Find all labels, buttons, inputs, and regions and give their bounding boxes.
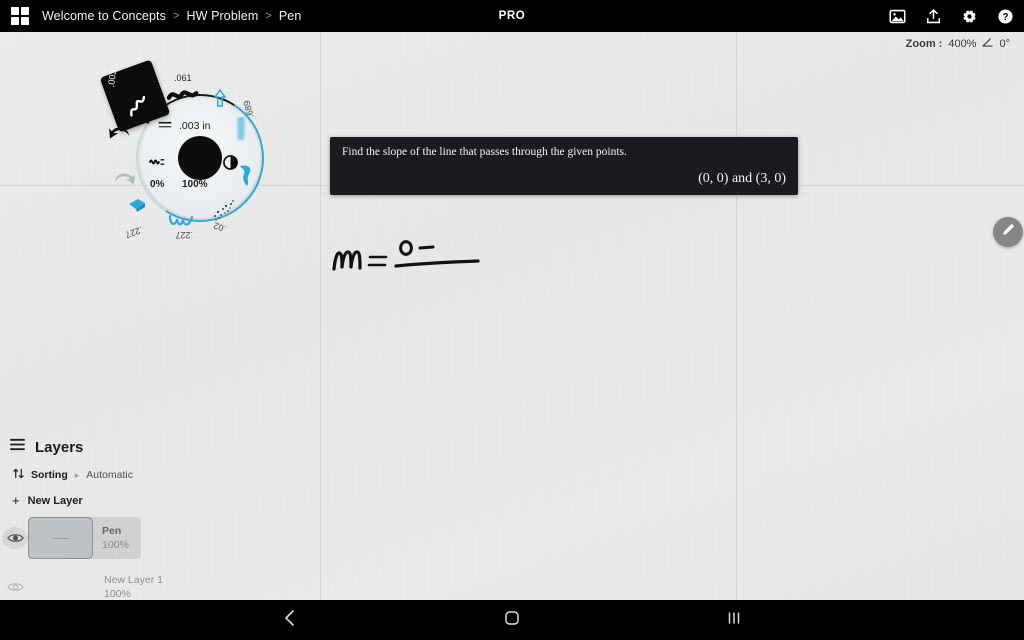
- preset-227-wave-icon[interactable]: [168, 214, 196, 235]
- layer-meta: Pen 100%: [93, 524, 141, 552]
- layer-opacity[interactable]: 100%: [104, 587, 163, 600]
- preset-227-marker-label: .227: [124, 224, 144, 240]
- redo-arrow-icon[interactable]: [112, 170, 136, 195]
- zoom-readout: Zoom : 400% 0°: [906, 38, 1010, 50]
- home-square-icon: [504, 610, 520, 631]
- layers-panel: Layers Sorting ▸ Automatic + New Layer P…: [0, 432, 210, 600]
- gallery-icon[interactable]: [886, 5, 908, 27]
- nav-recents-button[interactable]: [714, 600, 754, 640]
- breadcrumb-separator: >: [172, 10, 180, 22]
- breadcrumb-item-tool[interactable]: Pen: [279, 9, 302, 23]
- sorting-row[interactable]: Sorting ▸ Automatic: [0, 456, 210, 482]
- rotation-value[interactable]: 0°: [999, 38, 1010, 50]
- undo-arrow-icon[interactable]: [108, 124, 132, 149]
- zoom-value[interactable]: 400%: [948, 38, 976, 50]
- nav-back-button[interactable]: [270, 600, 310, 640]
- tool-wheel[interactable]: .003 in 0% 100% .003 .061 .689 .02 .227 …: [99, 59, 295, 262]
- layers-header: Layers: [0, 432, 210, 456]
- layer-thumbnail-content: [52, 537, 69, 539]
- grid-cell: [11, 7, 19, 15]
- layer-opacity[interactable]: 100%: [102, 538, 129, 552]
- layer-thumbnail[interactable]: [28, 517, 93, 559]
- handwritten-equation: [330, 227, 520, 287]
- preset-227-chisel-icon[interactable]: [126, 195, 150, 222]
- sorting-separator: ▸: [74, 469, 80, 480]
- export-icon[interactable]: [922, 5, 944, 27]
- opacity-max-label: 100%: [182, 179, 208, 190]
- selected-brush-size-label: .003: [105, 68, 119, 88]
- chevron-left-icon: [282, 608, 298, 633]
- layer-name: Pen: [102, 524, 122, 537]
- preset-arrow-icon[interactable]: [213, 88, 227, 113]
- pro-badge: PRO: [498, 10, 526, 22]
- stroke-size-value: .003 in: [179, 120, 211, 132]
- grid-line-vertical: [736, 32, 737, 600]
- layer-name: New Layer 1: [104, 574, 163, 586]
- zoom-label: Zoom :: [905, 38, 943, 50]
- new-layer-button[interactable]: + New Layer: [0, 482, 210, 507]
- layer-row[interactable]: Pen 100%: [0, 517, 210, 559]
- grid-line-vertical: [320, 32, 321, 600]
- top-bar: Welcome to Concepts > HW Problem > Pen P…: [0, 0, 1024, 32]
- preset-061-icon[interactable]: [166, 87, 199, 110]
- angle-icon: [982, 38, 994, 50]
- plus-icon: +: [12, 493, 20, 508]
- wheel-size-readout[interactable]: .003 in: [157, 120, 247, 132]
- breadcrumb-item-drawing[interactable]: HW Problem: [186, 9, 258, 23]
- concepts-app-window: Welcome to Concepts > HW Problem > Pen P…: [0, 0, 1024, 640]
- breadcrumb: Welcome to Concepts > HW Problem > Pen: [42, 9, 301, 23]
- help-icon[interactable]: ?: [994, 5, 1016, 27]
- preset-marker-icon[interactable]: [236, 162, 258, 193]
- layers-title: Layers: [35, 438, 84, 456]
- android-nav-bar: [0, 600, 1024, 640]
- preset-02-spray-icon[interactable]: [211, 198, 237, 229]
- layers-menu-icon[interactable]: [10, 438, 25, 456]
- layer-visibility-toggle[interactable]: [2, 576, 28, 598]
- pencil-icon: [1000, 221, 1017, 243]
- breadcrumb-separator: >: [265, 10, 272, 22]
- recents-bars-icon: [726, 610, 742, 631]
- new-layer-label: New Layer: [27, 494, 83, 507]
- opacity-min-label: 0%: [150, 179, 165, 190]
- nav-home-button[interactable]: [492, 600, 532, 640]
- sorting-value[interactable]: Automatic: [86, 469, 133, 481]
- smoothing-icon[interactable]: [149, 155, 167, 174]
- sorting-label: Sorting: [31, 469, 68, 481]
- preset-689-icon[interactable]: [235, 115, 247, 146]
- grid-cell: [21, 17, 29, 25]
- topbar-actions: ?: [886, 0, 1016, 32]
- sort-icon: [13, 468, 24, 482]
- drawing-canvas[interactable]: Zoom : 400% 0° Find the slope of the lin…: [0, 32, 1024, 600]
- problem-statement: Find the slope of the line that passes t…: [342, 146, 627, 158]
- edit-tab-button[interactable]: [993, 217, 1023, 247]
- layer-row[interactable]: New Layer 1 100%: [0, 573, 210, 600]
- layer-body[interactable]: Pen 100%: [28, 517, 141, 559]
- grid-cell: [11, 17, 19, 25]
- wheel-hub[interactable]: [178, 136, 222, 180]
- problem-points: (0, 0) and (3, 0): [698, 170, 786, 186]
- svg-text:?: ?: [1002, 12, 1008, 23]
- grid-cell: [21, 7, 29, 15]
- preset-061-label: .061: [174, 73, 192, 83]
- layer-visibility-toggle[interactable]: [2, 527, 28, 549]
- settings-gear-icon[interactable]: [958, 5, 980, 27]
- stroke-weight-icon: [157, 120, 173, 132]
- grid-menu-icon[interactable]: [11, 7, 29, 25]
- layer-body[interactable]: New Layer 1 100%: [28, 573, 175, 600]
- brush-stroke-glyph: [130, 95, 146, 117]
- breadcrumb-item-gallery[interactable]: Welcome to Concepts: [42, 9, 166, 23]
- layer-meta: New Layer 1 100%: [28, 573, 175, 600]
- problem-card[interactable]: Find the slope of the line that passes t…: [330, 137, 798, 195]
